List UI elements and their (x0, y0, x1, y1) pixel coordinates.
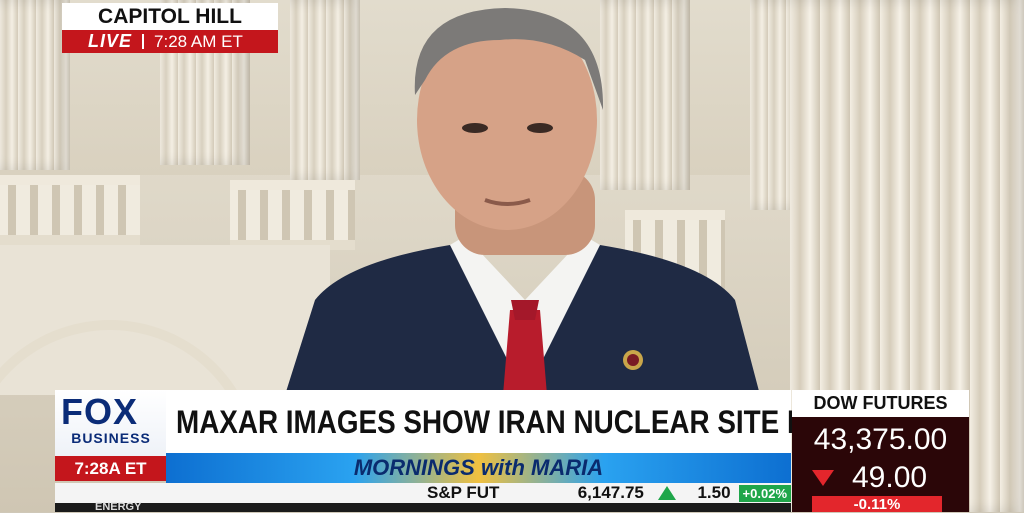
fox-business-logo: FOX BUSINESS 7:28A ET (55, 390, 166, 481)
ticker-name: S&P FUT (427, 483, 500, 502)
guest-portrait (285, 8, 760, 395)
dow-futures-panel: DOW FUTURES 43,375.00 49.00 -0.11% (792, 390, 969, 512)
stock-ticker: S&P FUT 6,147.75 1.50 +0.02% ENERGY (55, 483, 791, 513)
ticker-left-segment (55, 483, 421, 503)
location-chip: CAPITOL HILL LIVE 7:28 AM ET (62, 3, 278, 53)
dow-change-row: 49.00 (792, 460, 969, 496)
ticker-sector-bar: ENERGY (55, 501, 791, 513)
dow-title: DOW FUTURES (792, 390, 969, 417)
broadcast-time: 7:28A ET (55, 456, 166, 481)
headline-banner: MAXAR IMAGES SHOW IRAN NUCLEAR SITE DAMA… (166, 390, 911, 453)
dow-change: 49.00 (852, 461, 928, 494)
ticker-sector: ENERGY (95, 501, 142, 513)
ticker-change: 1.50 (697, 483, 731, 502)
headline-text: MAXAR IMAGES SHOW IRAN NUCLEAR SITE DAMA… (176, 404, 911, 440)
show-title: MORNINGS with MARIA (353, 455, 604, 480)
live-time: 7:28 AM ET (154, 32, 243, 51)
dow-percent: -0.11% (812, 496, 942, 512)
location-name: CAPITOL HILL (62, 3, 278, 30)
ticker-value: 6,147.75 (577, 483, 644, 502)
ticker-percent: +0.02% (738, 484, 791, 502)
show-bar: MORNINGS with MARIA (166, 453, 791, 483)
ticker-item: S&P FUT 6,147.75 1.50 +0.02% (421, 483, 791, 503)
down-arrow-icon (812, 470, 834, 486)
dow-value: 43,375.00 (813, 423, 948, 456)
live-bar: LIVE 7:28 AM ET (62, 30, 278, 53)
divider (142, 34, 145, 49)
logo-fox-text: FOX (61, 391, 139, 432)
balustrade (0, 175, 140, 245)
live-label: LIVE (88, 31, 133, 51)
up-arrow-icon (657, 486, 676, 500)
column (0, 0, 70, 170)
logo-business-text: BUSINESS (71, 430, 151, 446)
